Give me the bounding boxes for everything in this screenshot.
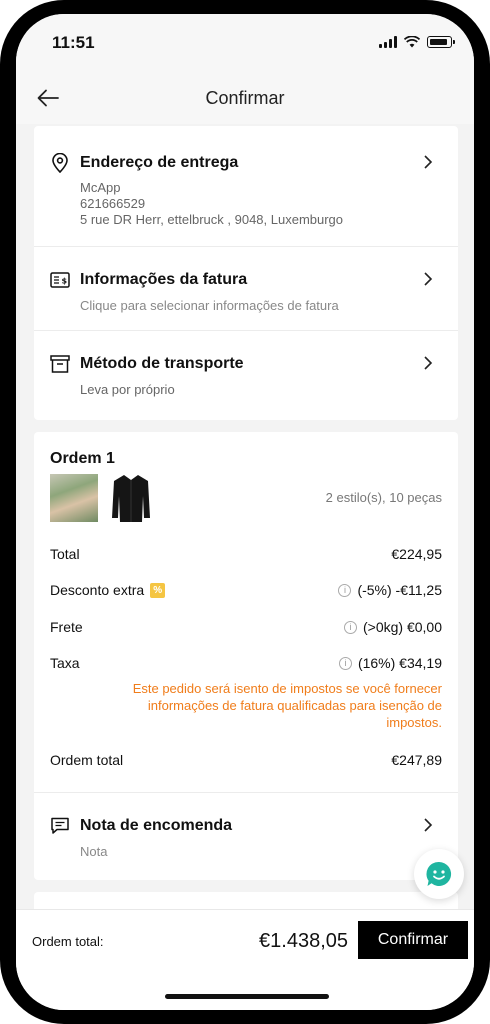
box-icon <box>50 354 70 374</box>
order-total-label: Ordem total <box>50 752 124 768</box>
chevron-right-icon <box>424 155 433 169</box>
footer-total-amount: €1.438,05 <box>259 930 348 952</box>
shipping-method-title: Método de transporte <box>80 355 244 372</box>
total-value: €224,95 <box>391 546 442 562</box>
address-line: 5 rue DR Herr, ettelbruck , 9048, Luxemb… <box>80 212 344 227</box>
checkout-info-card: Endereço de entrega McApp 621666529 5 ru… <box>34 126 458 420</box>
tax-value: (16%) €34,19 <box>357 655 442 671</box>
status-time: 11:51 <box>52 33 95 52</box>
signal-icon <box>379 36 397 48</box>
delivery-address-title: Endereço de entrega <box>80 154 239 171</box>
confirm-button[interactable]: Confirmar <box>358 921 468 959</box>
status-bar: 11:51 <box>16 14 474 72</box>
chevron-right-icon <box>424 356 433 370</box>
order-note-subtitle: Nota <box>80 844 108 859</box>
freight-label: Frete <box>50 619 83 635</box>
checkout-bottom-bar: Ordem total: €1.438,05 Confirmar <box>16 909 474 1010</box>
chevron-right-icon <box>424 818 433 832</box>
product-thumbnail-shirt[interactable] <box>110 472 152 524</box>
order-note-row[interactable]: Nota de encomenda Nota <box>34 793 458 880</box>
discount-row: Desconto extra % i (-5%) -€11,25 <box>50 582 442 598</box>
top-nav: Confirmar <box>16 72 474 124</box>
chevron-right-icon <box>424 272 433 286</box>
svg-text:$: $ <box>62 277 68 286</box>
message-icon <box>50 816 70 836</box>
status-icons <box>379 36 455 48</box>
discount-badge-icon: % <box>150 582 166 598</box>
invoice-info-title: Informações da fatura <box>80 271 248 288</box>
tax-row: Taxa i (16%) €34,19 <box>50 655 442 671</box>
tax-exemption-notice: Este pedido será isento de impostos se v… <box>132 681 442 730</box>
phone-frame: 11:51 Confirmar Endereço de entrega McAp… <box>0 0 490 1024</box>
shipping-method-subtitle: Leva por próprio <box>80 382 175 397</box>
info-icon[interactable]: i <box>344 620 357 634</box>
shipping-method-row[interactable]: Método de transporte Leva por próprio <box>34 331 458 420</box>
customer-service-chat-button[interactable] <box>414 849 464 899</box>
total-label: Total <box>50 546 80 562</box>
chat-bubble-icon <box>426 861 452 886</box>
total-row: Total €224,95 <box>50 546 442 562</box>
freight-value: (>0kg) €0,00 <box>363 619 442 635</box>
delivery-address-row[interactable]: Endereço de entrega McApp 621666529 5 ru… <box>34 126 458 247</box>
freight-row: Frete i (>0kg) €0,00 <box>50 619 442 635</box>
address-name: McApp <box>80 180 121 195</box>
info-icon[interactable]: i <box>338 583 352 597</box>
home-indicator <box>165 994 329 999</box>
discount-label: Desconto extra <box>50 582 145 598</box>
screen: 11:51 Confirmar Endereço de entrega McAp… <box>16 14 474 1010</box>
tax-label: Taxa <box>50 655 80 671</box>
footer-total-label: Ordem total: <box>32 934 104 949</box>
order-total-value: €247,89 <box>391 752 442 768</box>
discount-value: (-5%) -€11,25 <box>357 582 442 598</box>
order-items-summary: 2 estilo(s), 10 peças <box>325 490 442 505</box>
address-phone: 621666529 <box>80 196 146 211</box>
wifi-icon <box>404 36 420 48</box>
location-pin-icon <box>50 153 70 173</box>
battery-icon <box>427 36 455 48</box>
order-title: Ordem 1 <box>50 450 115 467</box>
info-icon[interactable]: i <box>338 656 352 670</box>
order-card: Ordem 1 2 estilo(s), 10 peças Total €224… <box>34 432 458 880</box>
product-thumbnail-jacket[interactable] <box>50 474 98 522</box>
invoice-icon: $ <box>50 270 70 290</box>
page-title: Confirmar <box>205 88 285 108</box>
invoice-info-subtitle: Clique para selecionar informações de fa… <box>80 298 339 313</box>
invoice-info-row[interactable]: $ Informações da fatura Clique para sele… <box>34 247 458 331</box>
order-total-row: Ordem total €247,89 <box>50 752 442 768</box>
order-note-title: Nota de encomenda <box>80 817 233 834</box>
